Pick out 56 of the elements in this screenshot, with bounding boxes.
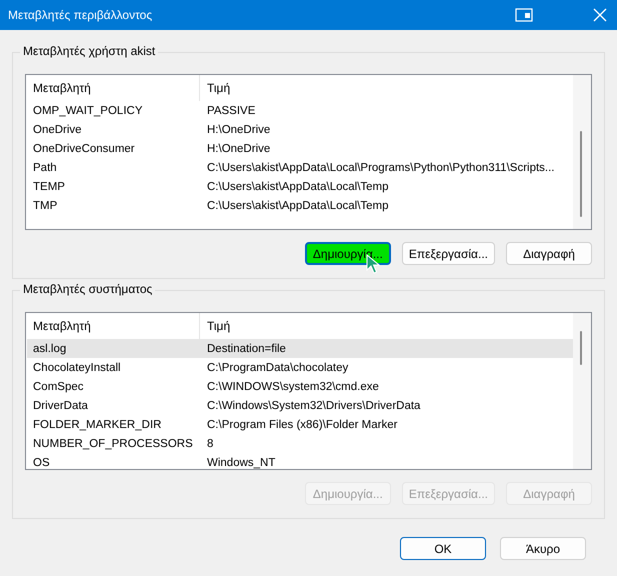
list-row[interactable]: OMP_WAIT_POLICY PASSIVE xyxy=(27,101,573,120)
list-row[interactable]: asl.log Destination=file xyxy=(27,339,573,358)
variable-value: PASSIVE xyxy=(207,104,256,116)
variable-value: C:\Windows\System32\Drivers\DriverData xyxy=(207,400,422,412)
variable-name: OMP_WAIT_POLICY xyxy=(32,104,144,116)
variable-value: C:\Program Files (x86)\Folder Marker xyxy=(207,418,398,430)
variable-name: ComSpec xyxy=(32,380,84,392)
variable-value: C:\Users\akist\AppData\Local\Temp xyxy=(207,200,390,212)
variable-name: OneDrive xyxy=(32,124,83,136)
variable-name: OneDriveConsumer xyxy=(32,142,136,154)
variable-value: C:\Users\akist\AppData\Local\Programs\Python\Python311\Scripts... xyxy=(207,162,556,174)
column-header[interactable]: Τιμή xyxy=(200,75,573,101)
variable-value: Destination=file xyxy=(207,342,287,354)
column-header[interactable]: Τιμή xyxy=(200,313,573,339)
window-snap-icon[interactable] xyxy=(515,8,533,22)
variable-name: Path xyxy=(32,162,58,174)
action-button[interactable]: Δημιουργία... xyxy=(304,242,391,265)
variable-name: NUMBER_OF_PROCESSORS xyxy=(32,438,194,450)
close-icon[interactable] xyxy=(593,8,607,22)
variable-name: TEMP xyxy=(32,180,66,192)
list-row[interactable]: FOLDER_MARKER_DIR C:\Program Files (x86)\Folder Marker xyxy=(27,415,573,434)
variable-value: C:\Users\akist\AppData\Local\Temp xyxy=(207,180,390,192)
scrollbar[interactable] xyxy=(573,75,591,229)
variable-name: DriverData xyxy=(32,400,89,412)
column-header[interactable]: Μεταβλητή xyxy=(26,75,200,101)
list-row[interactable]: TMP C:\Users\akist\AppData\Local\Temp xyxy=(27,196,573,215)
scrollbar-thumb[interactable] xyxy=(580,331,582,365)
variable-name: asl.log xyxy=(32,342,68,354)
list-row[interactable]: NUMBER_OF_PROCESSORS 8 xyxy=(27,434,573,453)
variable-value: 8 xyxy=(207,438,214,450)
window-title: Μεταβλητές περιβάλλοντος xyxy=(8,8,154,22)
list-row[interactable]: TEMP C:\Users\akist\AppData\Local\Temp xyxy=(27,177,573,196)
list-row[interactable]: OS Windows_NT xyxy=(27,453,573,469)
list-row[interactable]: Path C:\Users\akist\AppData\Local\Programs\Python\Python311\Scripts... xyxy=(27,158,573,177)
variable-name: FOLDER_MARKER_DIR xyxy=(32,418,162,430)
variable-value: C:\WINDOWS\system32\cmd.exe xyxy=(207,380,380,392)
list-row[interactable]: ComSpec C:\WINDOWS\system32\cmd.exe xyxy=(27,377,573,396)
action-button[interactable]: Επεξεργασία... xyxy=(402,242,495,265)
dialog-button[interactable]: OK xyxy=(400,537,486,560)
group-title: Μεταβλητές χρήστη akist xyxy=(20,44,158,58)
variable-name: TMP xyxy=(32,200,58,212)
list-row[interactable]: OneDriveConsumer H:\OneDrive xyxy=(27,139,573,158)
list-row[interactable]: OneDrive H:\OneDrive xyxy=(27,120,573,139)
action-button[interactable]: Διαγραφή xyxy=(506,242,592,265)
dialog-button[interactable]: Άκυρο xyxy=(500,537,586,560)
variable-value: H:\OneDrive xyxy=(207,124,272,136)
variable-value: C:\ProgramData\chocolatey xyxy=(207,362,350,374)
variable-name: ChocolateyInstall xyxy=(32,362,122,374)
scrollbar[interactable] xyxy=(573,313,591,469)
list-row[interactable]: DriverData C:\Windows\System32\Drivers\DriverData xyxy=(27,396,573,415)
variable-value: Windows_NT xyxy=(207,456,276,468)
scrollbar-thumb[interactable] xyxy=(580,131,582,217)
list-row[interactable]: ChocolateyInstall C:\ProgramData\chocolatey xyxy=(27,358,573,377)
variable-value: H:\OneDrive xyxy=(207,142,272,154)
variable-name: OS xyxy=(32,456,51,468)
group-title: Μεταβλητές συστήματος xyxy=(20,282,156,296)
